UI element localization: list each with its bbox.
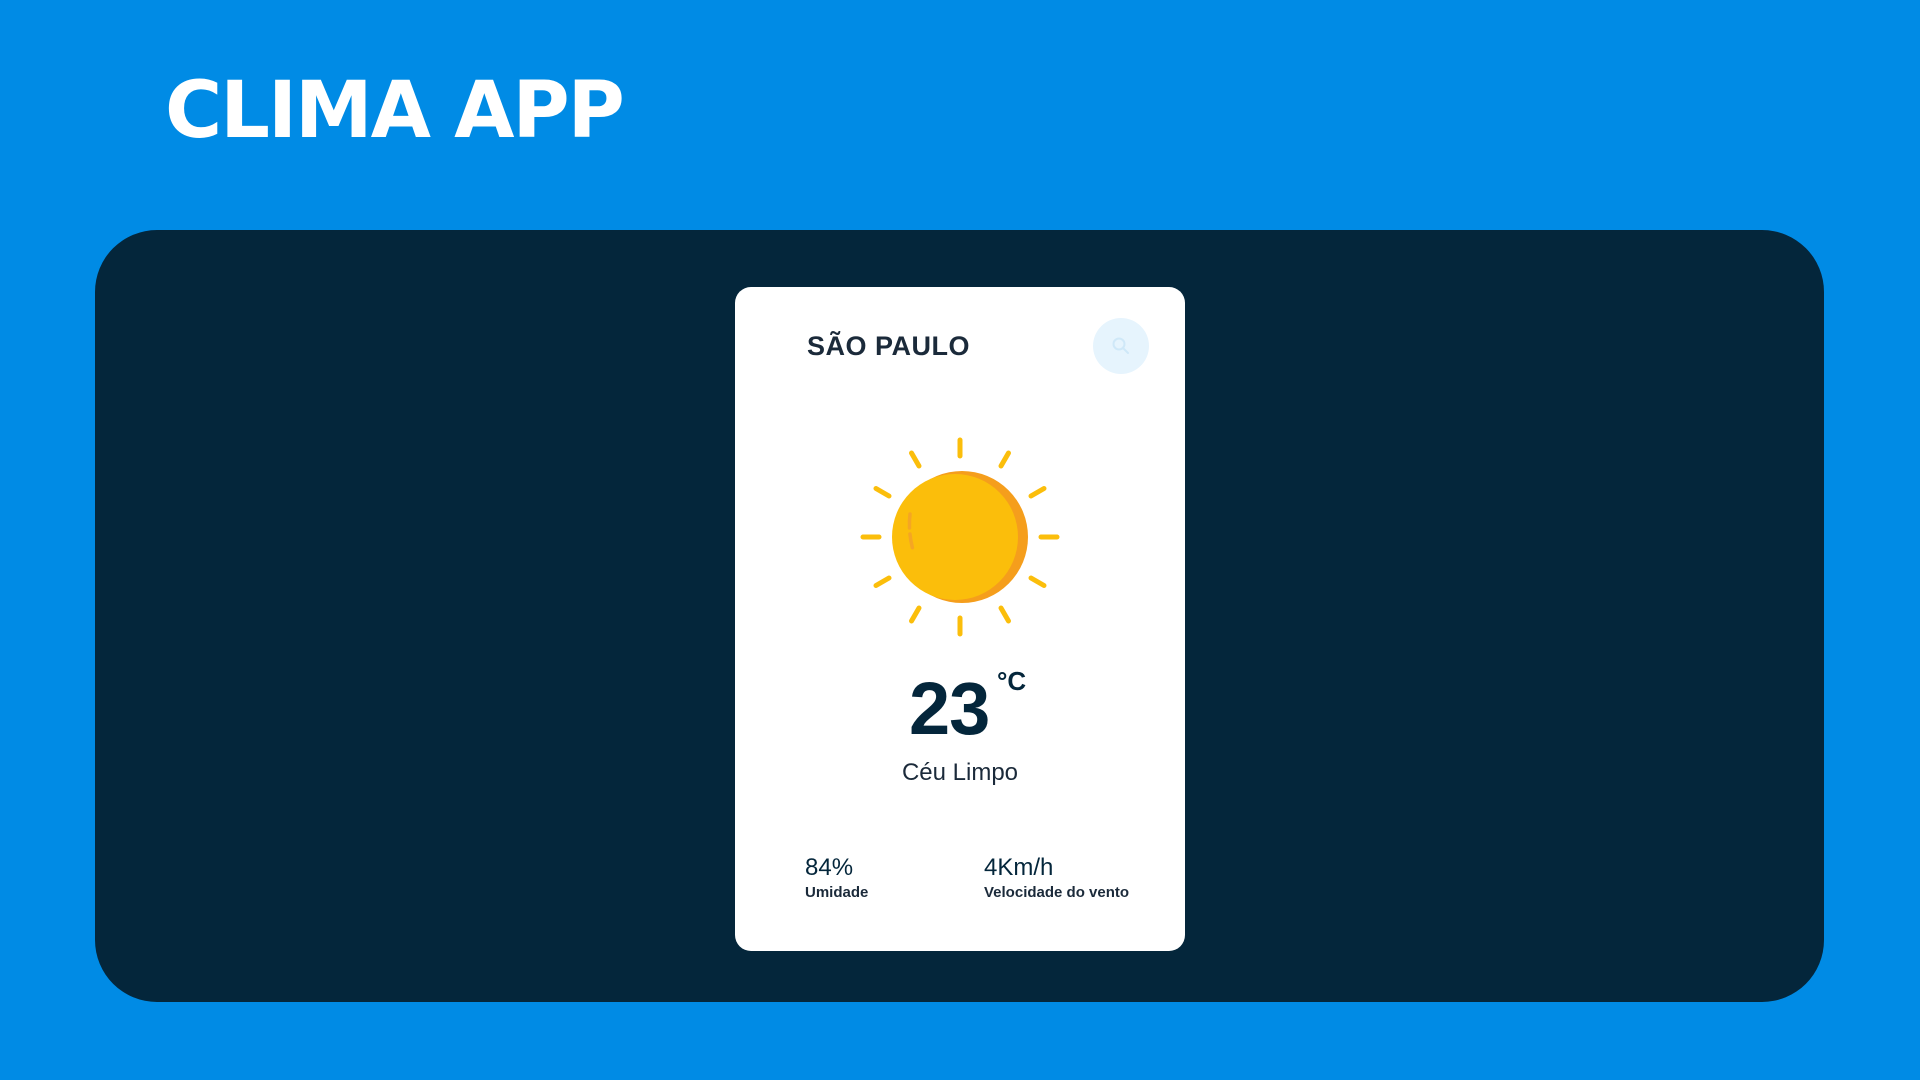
sun-icon	[860, 437, 1060, 637]
humidity-label: Umidade	[805, 884, 869, 902]
wind-stat: 4Km/h Velocidade do vento	[984, 854, 1130, 902]
wind-label: Velocidade do vento	[984, 884, 1130, 902]
humidity-stat: 84% Umidade	[805, 854, 869, 902]
wind-value: 4Km/h	[984, 854, 1054, 881]
humidity-value: 84%	[805, 854, 854, 881]
search-button[interactable]	[1093, 318, 1149, 374]
temperature-unit: °C	[997, 666, 1027, 696]
weather-condition: Céu Limpo	[901, 759, 1019, 786]
city-name: SÃO PAULO	[807, 331, 971, 361]
weather-card: SÃO PAULO 23 °C Céu Limpo 84% Umidade 4K…	[735, 287, 1185, 951]
temperature-value: 23	[909, 667, 990, 750]
search-icon	[1112, 337, 1129, 354]
temperature: 23 °C	[735, 666, 1185, 762]
app-title: CLIMA APP	[165, 66, 625, 156]
